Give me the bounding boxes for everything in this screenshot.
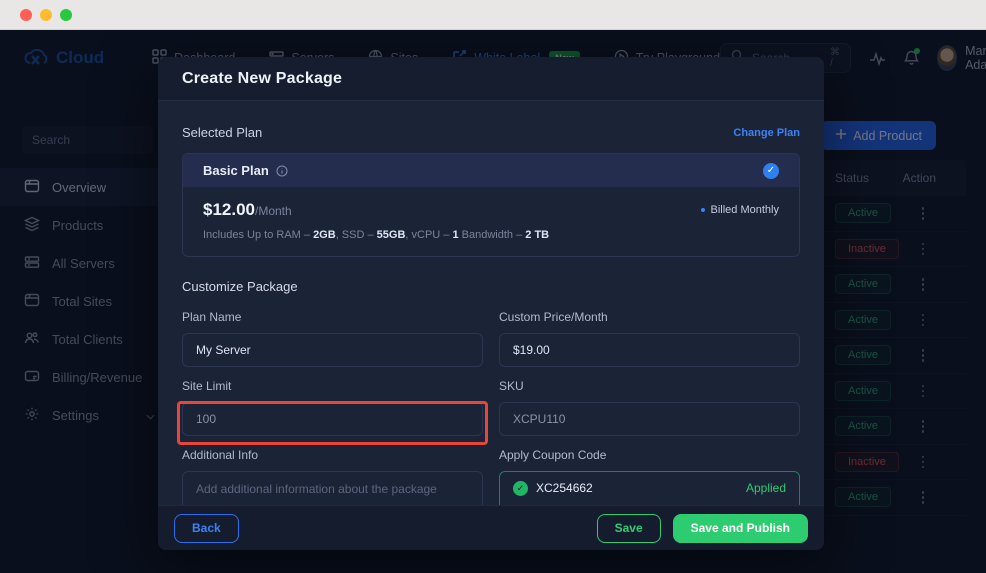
plan-name-label: Plan Name bbox=[182, 310, 483, 324]
additional-info-label: Additional Info bbox=[182, 448, 483, 462]
selected-plan-label: Selected Plan bbox=[182, 125, 262, 140]
plan-name: Basic Plan bbox=[203, 163, 269, 178]
save-and-publish-button[interactable]: Save and Publish bbox=[673, 514, 808, 543]
custom-price-input[interactable] bbox=[499, 333, 800, 367]
selected-check-icon: ✓ bbox=[763, 163, 779, 179]
change-plan-link[interactable]: Change Plan bbox=[733, 127, 800, 139]
info-icon[interactable] bbox=[276, 165, 288, 177]
plan-card-body: $12.00 /Month Billed Monthly Includes Up… bbox=[183, 187, 799, 256]
coupon-applied-status: Applied bbox=[746, 481, 786, 495]
minimize-window-button[interactable] bbox=[40, 9, 52, 21]
custom-price-field: Custom Price/Month bbox=[499, 310, 800, 367]
sku-label: SKU bbox=[499, 379, 800, 393]
sku-field: SKU bbox=[499, 379, 800, 436]
plan-card[interactable]: Basic Plan ✓ $12.00 /Month Billed Monthl… bbox=[182, 153, 800, 257]
modal-footer: Back Save Save and Publish bbox=[158, 505, 824, 550]
site-limit-field: Site Limit bbox=[182, 379, 483, 436]
coupon-code: XC254662 bbox=[536, 481, 593, 495]
plan-period: /Month bbox=[255, 204, 292, 218]
plan-card-header: Basic Plan ✓ bbox=[183, 154, 799, 187]
create-package-modal: Create New Package Selected Plan Change … bbox=[158, 57, 824, 550]
back-button[interactable]: Back bbox=[174, 514, 239, 543]
zoom-window-button[interactable] bbox=[60, 9, 72, 21]
modal-title: Create New Package bbox=[182, 70, 342, 88]
site-limit-input[interactable] bbox=[182, 402, 483, 436]
save-button[interactable]: Save bbox=[597, 514, 661, 543]
close-window-button[interactable] bbox=[20, 9, 32, 21]
custom-price-label: Custom Price/Month bbox=[499, 310, 800, 324]
plan-name-input[interactable] bbox=[182, 333, 483, 367]
coupon-label: Apply Coupon Code bbox=[499, 448, 800, 462]
sku-input[interactable] bbox=[499, 402, 800, 436]
modal-header: Create New Package bbox=[158, 57, 824, 101]
customize-package-label: Customize Package bbox=[182, 279, 800, 294]
site-limit-label: Site Limit bbox=[182, 379, 483, 393]
plan-price: $12.00 bbox=[203, 200, 255, 220]
plan-name-field: Plan Name bbox=[182, 310, 483, 367]
billing-badge: Billed Monthly bbox=[701, 204, 779, 216]
plan-includes: Includes Up to RAM – 2GB, SSD – 55GB, vC… bbox=[203, 229, 779, 241]
window-titlebar bbox=[0, 0, 986, 30]
bullet-dot-icon bbox=[701, 208, 705, 212]
modal-body: Selected Plan Change Plan Basic Plan ✓ $… bbox=[158, 101, 824, 550]
coupon-check-icon: ✓ bbox=[513, 481, 528, 496]
